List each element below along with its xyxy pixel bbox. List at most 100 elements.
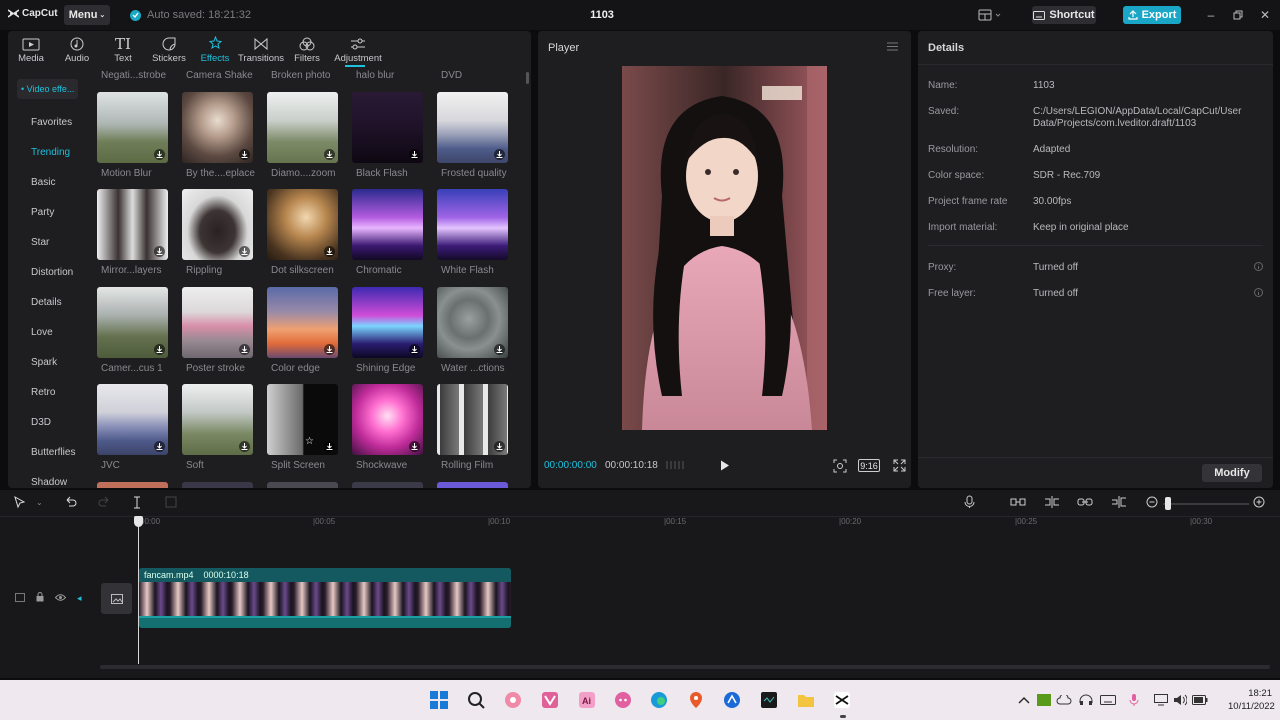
fullscreen-icon[interactable] xyxy=(893,459,906,472)
shortcut-button[interactable]: Shortcut xyxy=(1032,6,1096,24)
chevron-down-icon[interactable]: ⌄ xyxy=(36,498,43,507)
effect-thumbnail[interactable] xyxy=(97,92,168,163)
screenshot-icon[interactable] xyxy=(833,459,847,473)
effect-thumbnail[interactable] xyxy=(437,482,508,488)
download-icon[interactable] xyxy=(239,344,250,355)
tab-audio[interactable]: Audio xyxy=(54,31,100,67)
tab-adjustment[interactable]: Adjustment xyxy=(330,31,386,67)
effect-thumbnail[interactable] xyxy=(182,384,253,455)
minimize-icon[interactable]: – xyxy=(1204,8,1218,22)
display-icon[interactable] xyxy=(1151,690,1171,710)
menu-icon[interactable] xyxy=(887,42,898,51)
download-icon[interactable] xyxy=(494,149,505,160)
effect-thumbnail[interactable] xyxy=(97,287,168,358)
layout-icon[interactable] xyxy=(978,8,1002,22)
download-icon[interactable] xyxy=(494,441,505,452)
split-icon[interactable] xyxy=(132,496,142,509)
effect-thumbnail[interactable] xyxy=(267,482,338,488)
auto-snap-icon[interactable] xyxy=(1044,496,1060,508)
lock-icon[interactable] xyxy=(36,592,44,602)
effect-thumbnail[interactable] xyxy=(182,92,253,163)
download-icon[interactable] xyxy=(324,149,335,160)
category-spark[interactable]: Spark xyxy=(31,357,57,368)
tab-effects[interactable]: Effects xyxy=(192,31,238,67)
timecode-grid-icon[interactable] xyxy=(666,460,684,470)
tab-stickers[interactable]: Stickers xyxy=(146,31,192,67)
effect-thumbnail[interactable] xyxy=(352,92,423,163)
category-trending[interactable]: Trending xyxy=(31,147,70,158)
download-icon[interactable] xyxy=(239,246,250,257)
delete-icon[interactable] xyxy=(165,496,177,508)
effect-thumbnail[interactable] xyxy=(267,92,338,163)
effect-thumbnail[interactable] xyxy=(437,189,508,260)
effect-thumbnail[interactable] xyxy=(437,92,508,163)
zoom-out-icon[interactable] xyxy=(1146,496,1158,508)
system-clock[interactable]: 18:21 10/11/2022 xyxy=(1228,687,1275,713)
zoom-slider-handle[interactable] xyxy=(1165,497,1171,510)
effect-thumbnail[interactable] xyxy=(352,482,423,488)
discord-icon[interactable] xyxy=(613,690,633,710)
effect-thumbnail[interactable] xyxy=(437,384,508,455)
effect-thumbnail[interactable] xyxy=(352,287,423,358)
playhead[interactable] xyxy=(138,516,139,664)
keyboard-icon[interactable] xyxy=(1098,690,1118,710)
category-retro[interactable]: Retro xyxy=(31,387,55,398)
video-clip[interactable]: fancam.mp4 0000:10:18 xyxy=(139,568,511,628)
download-icon[interactable] xyxy=(409,441,420,452)
download-icon[interactable] xyxy=(239,149,250,160)
menu-button[interactable]: Menu ⌄ xyxy=(64,5,110,25)
illustrator-icon[interactable]: Ai xyxy=(577,690,597,710)
zoom-slider[interactable] xyxy=(1163,503,1249,505)
microphone-icon[interactable] xyxy=(964,495,975,509)
category-party[interactable]: Party xyxy=(31,207,54,218)
effect-thumbnail[interactable] xyxy=(97,384,168,455)
battery-icon[interactable] xyxy=(1190,690,1210,710)
effect-thumbnail[interactable]: ☆ xyxy=(267,384,338,455)
download-icon[interactable] xyxy=(494,344,505,355)
link-icon[interactable] xyxy=(1077,497,1093,507)
effect-thumbnail[interactable] xyxy=(182,482,253,488)
category-dropdown[interactable]: • Video effe... xyxy=(17,79,78,99)
timeline-scrollbar[interactable] xyxy=(100,665,1270,669)
download-icon[interactable] xyxy=(154,149,165,160)
close-icon[interactable]: ✕ xyxy=(1258,8,1272,22)
eye-icon[interactable] xyxy=(55,594,66,601)
category-basic[interactable]: Basic xyxy=(31,177,55,188)
play-icon[interactable] xyxy=(720,460,730,471)
effect-thumbnail[interactable] xyxy=(352,384,423,455)
category-favorites[interactable]: Favorites xyxy=(31,117,72,128)
select-cursor-icon[interactable] xyxy=(14,496,26,509)
search-icon[interactable] xyxy=(466,690,486,710)
effect-thumbnail[interactable] xyxy=(352,189,423,260)
category-distortion[interactable]: Distortion xyxy=(31,267,73,278)
effect-thumbnail[interactable] xyxy=(97,482,168,488)
effect-thumbnail[interactable] xyxy=(437,287,508,358)
app-icon[interactable] xyxy=(540,690,560,710)
tab-text[interactable]: TI Text xyxy=(100,31,146,67)
cover-icon[interactable] xyxy=(15,593,25,602)
export-button[interactable]: Export xyxy=(1123,6,1181,24)
windows-start-icon[interactable] xyxy=(429,690,449,710)
app-icon[interactable] xyxy=(503,690,523,710)
chevron-up-icon[interactable] xyxy=(1014,690,1034,710)
volume-icon[interactable] xyxy=(1170,690,1190,710)
info-icon[interactable] xyxy=(1254,262,1263,271)
download-icon[interactable] xyxy=(409,344,420,355)
download-icon[interactable] xyxy=(324,344,335,355)
category-love[interactable]: Love xyxy=(31,327,53,338)
category-details[interactable]: Details xyxy=(31,297,62,308)
category-d3d[interactable]: D3D xyxy=(31,417,51,428)
restore-icon[interactable] xyxy=(1231,8,1245,22)
playhead-handle[interactable] xyxy=(134,516,143,527)
redo-icon[interactable] xyxy=(98,496,111,508)
modify-button[interactable]: Modify xyxy=(1202,464,1262,482)
headset-icon[interactable] xyxy=(1076,690,1096,710)
tab-filters[interactable]: Filters xyxy=(284,31,330,67)
effect-thumbnail[interactable] xyxy=(182,287,253,358)
category-shadow[interactable]: Shadow xyxy=(31,477,67,488)
download-icon[interactable] xyxy=(154,246,165,257)
cover-button[interactable] xyxy=(101,583,132,614)
download-icon[interactable] xyxy=(324,246,335,257)
category-butterflies[interactable]: Butterflies xyxy=(31,447,75,458)
preview-axis-icon[interactable] xyxy=(1111,496,1127,508)
